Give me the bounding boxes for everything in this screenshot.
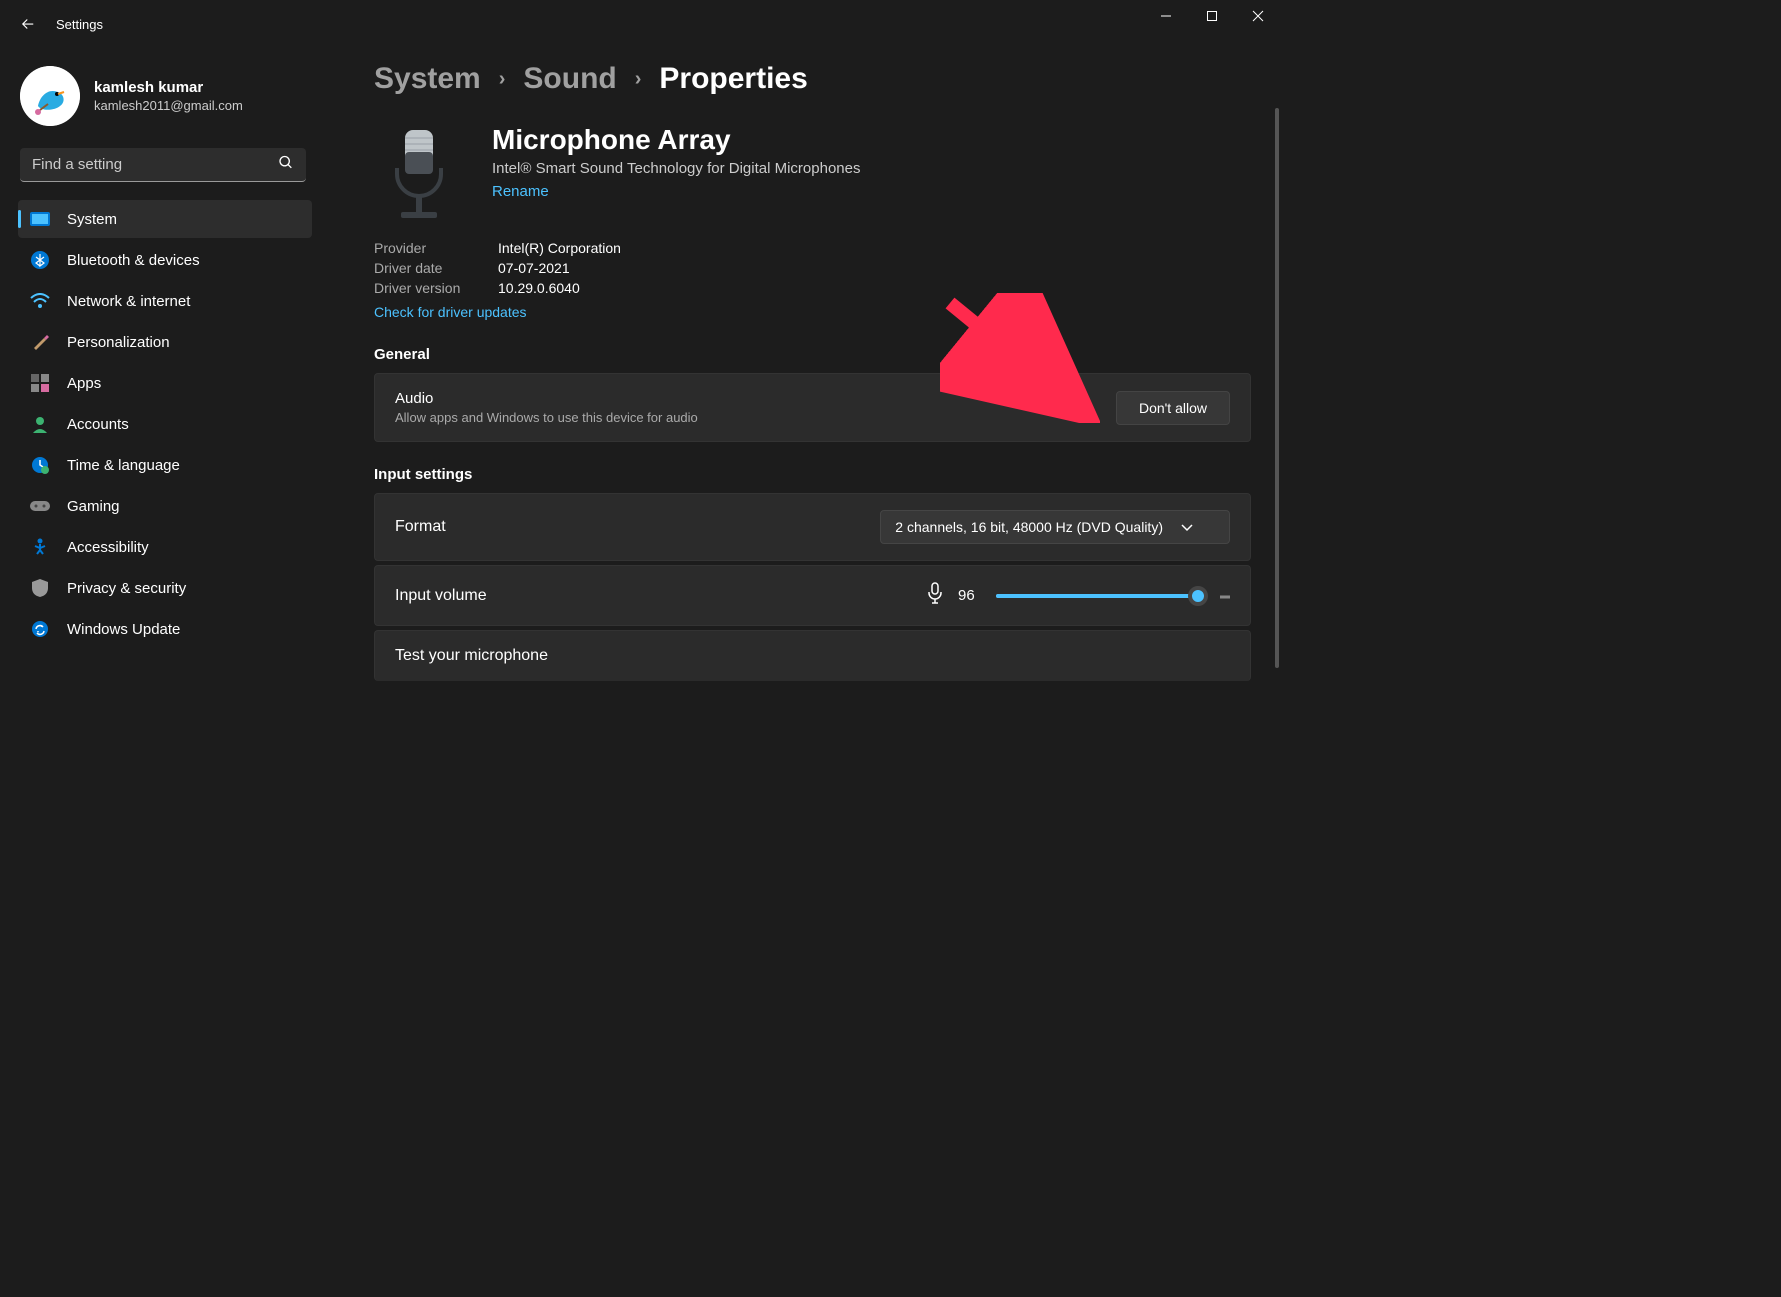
breadcrumb-current: Properties bbox=[659, 62, 807, 96]
sidebar-item-system[interactable]: System bbox=[18, 200, 312, 238]
sidebar-item-label: Privacy & security bbox=[67, 580, 186, 597]
microphone-icon bbox=[374, 124, 464, 224]
microphone-small-icon bbox=[926, 582, 944, 609]
profile-email: kamlesh2011@gmail.com bbox=[94, 98, 243, 113]
test-mic-card: Test your microphone bbox=[374, 630, 1251, 681]
gaming-icon bbox=[30, 496, 50, 516]
slider-end-icon bbox=[1220, 587, 1230, 605]
provider-key: Provider bbox=[374, 240, 474, 256]
sidebar-item-label: Bluetooth & devices bbox=[67, 252, 200, 269]
sidebar-item-label: System bbox=[67, 211, 117, 228]
check-driver-updates-link[interactable]: Check for driver updates bbox=[374, 304, 527, 320]
format-select[interactable]: 2 channels, 16 bit, 48000 Hz (DVD Qualit… bbox=[880, 510, 1230, 544]
chevron-down-icon bbox=[1181, 519, 1193, 535]
provider-value: Intel(R) Corporation bbox=[498, 240, 621, 256]
account-icon bbox=[30, 414, 50, 434]
device-name: Microphone Array bbox=[492, 124, 860, 156]
breadcrumb-sound[interactable]: Sound bbox=[523, 62, 616, 96]
sidebar-item-update[interactable]: Windows Update bbox=[18, 610, 312, 648]
breadcrumb: System › Sound › Properties bbox=[374, 62, 1251, 96]
sidebar-item-label: Accessibility bbox=[67, 539, 149, 556]
content-pane: System › Sound › Properties Mi bbox=[320, 48, 1281, 936]
breadcrumb-system[interactable]: System bbox=[374, 62, 481, 96]
input-volume-label: Input volume bbox=[395, 587, 487, 605]
profile-name: kamlesh kumar bbox=[94, 79, 243, 96]
close-button[interactable] bbox=[1235, 0, 1281, 32]
minimize-button[interactable] bbox=[1143, 0, 1189, 32]
volume-value: 96 bbox=[958, 587, 982, 604]
sidebar-item-apps[interactable]: Apps bbox=[18, 364, 312, 402]
back-button[interactable] bbox=[8, 4, 48, 44]
sidebar-item-label: Network & internet bbox=[67, 293, 190, 310]
test-mic-label: Test your microphone bbox=[395, 647, 548, 665]
rename-link[interactable]: Rename bbox=[492, 183, 860, 200]
sidebar-item-bluetooth[interactable]: Bluetooth & devices bbox=[18, 241, 312, 279]
driver-version-value: 10.29.0.6040 bbox=[498, 280, 580, 296]
avatar bbox=[20, 66, 80, 126]
device-subtitle: Intel® Smart Sound Technology for Digita… bbox=[492, 160, 860, 177]
sidebar-item-personalization[interactable]: Personalization bbox=[18, 323, 312, 361]
format-label: Format bbox=[395, 518, 446, 536]
system-icon bbox=[30, 209, 50, 229]
sidebar-item-accessibility[interactable]: Accessibility bbox=[18, 528, 312, 566]
general-heading: General bbox=[374, 346, 1251, 363]
accessibility-icon bbox=[30, 537, 50, 557]
sidebar-item-label: Gaming bbox=[67, 498, 120, 515]
sidebar: kamlesh kumar kamlesh2011@gmail.com Syst… bbox=[0, 48, 320, 936]
maximize-button[interactable] bbox=[1189, 0, 1235, 32]
sidebar-item-accounts[interactable]: Accounts bbox=[18, 405, 312, 443]
profile-block[interactable]: kamlesh kumar kamlesh2011@gmail.com bbox=[18, 60, 312, 144]
sidebar-item-label: Time & language bbox=[67, 457, 180, 474]
audio-card: Audio Allow apps and Windows to use this… bbox=[374, 373, 1251, 442]
format-card: Format 2 channels, 16 bit, 48000 Hz (DVD… bbox=[374, 493, 1251, 561]
wifi-icon bbox=[30, 291, 50, 311]
update-icon bbox=[30, 619, 50, 639]
sidebar-item-label: Apps bbox=[67, 375, 101, 392]
search-input[interactable] bbox=[20, 148, 306, 182]
chevron-right-icon: › bbox=[499, 68, 506, 91]
sidebar-item-label: Accounts bbox=[67, 416, 129, 433]
sidebar-item-label: Windows Update bbox=[67, 621, 180, 638]
sidebar-item-gaming[interactable]: Gaming bbox=[18, 487, 312, 525]
chevron-right-icon: › bbox=[635, 68, 642, 91]
apps-icon bbox=[30, 373, 50, 393]
shield-icon bbox=[30, 578, 50, 598]
search-icon bbox=[278, 155, 294, 176]
dont-allow-button[interactable]: Don't allow bbox=[1116, 391, 1230, 425]
audio-title: Audio bbox=[395, 390, 698, 407]
clock-icon bbox=[30, 455, 50, 475]
sidebar-item-time[interactable]: Time & language bbox=[18, 446, 312, 484]
driver-date-value: 07-07-2021 bbox=[498, 260, 570, 276]
input-volume-card: Input volume 96 bbox=[374, 565, 1251, 626]
format-value: 2 channels, 16 bit, 48000 Hz (DVD Qualit… bbox=[895, 519, 1163, 535]
driver-info: Provider Intel(R) Corporation Driver date… bbox=[374, 238, 1251, 298]
driver-date-key: Driver date bbox=[374, 260, 474, 276]
app-title: Settings bbox=[56, 17, 103, 32]
bluetooth-icon bbox=[30, 250, 50, 270]
volume-slider[interactable] bbox=[996, 594, 1206, 598]
sidebar-item-label: Personalization bbox=[67, 334, 170, 351]
sidebar-item-network[interactable]: Network & internet bbox=[18, 282, 312, 320]
driver-version-key: Driver version bbox=[374, 280, 474, 296]
input-settings-heading: Input settings bbox=[374, 466, 1251, 483]
scrollbar[interactable] bbox=[1275, 108, 1279, 668]
audio-desc: Allow apps and Windows to use this devic… bbox=[395, 410, 698, 425]
sidebar-item-privacy[interactable]: Privacy & security bbox=[18, 569, 312, 607]
brush-icon bbox=[30, 332, 50, 352]
